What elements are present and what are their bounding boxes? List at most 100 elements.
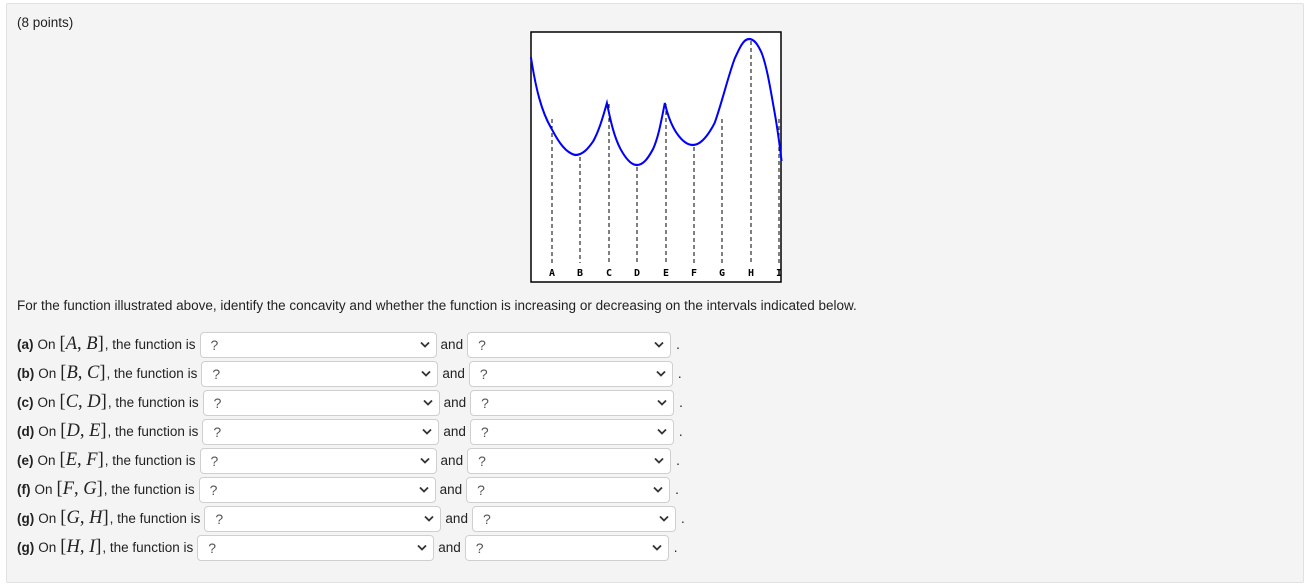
and-text: and: [439, 482, 463, 497]
interval-row: (d) On [D, E] , the function is ? and ? …: [17, 417, 685, 446]
period: .: [679, 395, 683, 410]
direction-select[interactable]: ?: [467, 331, 672, 358]
concavity-value: ?: [215, 510, 224, 527]
point-label-g: G: [719, 268, 725, 279]
chevron-down-icon: [424, 514, 435, 524]
concavity-select[interactable]: ?: [199, 447, 437, 474]
chevron-down-icon: [657, 427, 667, 437]
and-text: and: [438, 540, 461, 555]
chevron-down-icon: [422, 427, 432, 437]
chevron-down-icon: [652, 543, 662, 553]
direction-select[interactable]: ?: [471, 505, 676, 532]
interval-rows: (a) On [A, B] , the function is ? and ? …: [17, 330, 685, 562]
direction-select[interactable]: ?: [468, 360, 673, 387]
period: .: [676, 453, 680, 468]
concavity-select[interactable]: ?: [204, 505, 442, 532]
interval-row: (g) On [H, I] , the function is ? and ? …: [17, 533, 685, 562]
interval-row: (a) On [A, B] , the function is ? and ? …: [17, 330, 685, 359]
concavity-value: ?: [208, 539, 217, 556]
function-is-text: , the function is: [106, 366, 198, 381]
on-text: On: [34, 482, 53, 497]
point-label-c: C: [606, 268, 612, 279]
chevron-down-icon: [421, 369, 431, 379]
and-text: and: [442, 366, 465, 381]
direction-select[interactable]: ?: [464, 534, 669, 561]
chevron-down-icon: [659, 514, 669, 524]
point-label-f: F: [691, 268, 697, 279]
concavity-value: ?: [209, 481, 218, 498]
concavity-select[interactable]: ?: [201, 360, 439, 387]
period: .: [677, 366, 682, 381]
concavity-select[interactable]: ?: [202, 418, 440, 445]
question-panel: (8 points) A B C D E F G H I For the function il…: [6, 3, 1304, 583]
part-label: (c): [17, 395, 34, 410]
concavity-value: ?: [210, 336, 219, 353]
point-label-e: E: [663, 268, 669, 279]
and-text: and: [445, 511, 468, 526]
and-text: and: [443, 424, 466, 439]
graph-frame: [530, 31, 782, 283]
direction-value: ?: [475, 539, 484, 556]
concavity-value: ?: [213, 423, 222, 440]
period: .: [673, 540, 678, 555]
function-is-text: , the function is: [104, 337, 196, 352]
part-label: (g): [17, 540, 35, 555]
concavity-select[interactable]: ?: [197, 534, 435, 561]
concavity-select[interactable]: ?: [198, 476, 436, 503]
on-text: On: [37, 453, 56, 468]
function-is-text: , the function is: [102, 540, 194, 555]
chevron-down-icon: [418, 485, 429, 495]
direction-value: ?: [477, 481, 485, 498]
interval-row: (f) On [F, G] , the function is ? and ? …: [17, 475, 685, 504]
chevron-down-icon: [657, 398, 667, 408]
point-label-b: B: [577, 268, 583, 279]
chevron-down-icon: [654, 340, 664, 350]
chevron-down-icon: [653, 485, 663, 495]
function-is-text: , the function is: [104, 453, 196, 468]
on-text: On: [38, 424, 57, 439]
point-label-d: D: [634, 268, 640, 279]
direction-value: ?: [482, 510, 491, 527]
concavity-value: ?: [213, 394, 222, 411]
interval-row: (g) On [G, H] , the function is ? and ? …: [17, 504, 685, 533]
and-text: and: [440, 337, 464, 352]
direction-select[interactable]: ?: [466, 476, 671, 503]
direction-select[interactable]: ?: [469, 418, 674, 445]
period: .: [676, 337, 680, 352]
on-text: On: [38, 511, 57, 526]
period: .: [675, 482, 679, 497]
direction-select[interactable]: ?: [470, 389, 675, 416]
concavity-value: ?: [212, 365, 221, 382]
direction-value: ?: [479, 365, 488, 382]
point-label-h: H: [748, 268, 754, 279]
period: .: [678, 424, 683, 439]
and-text: and: [440, 453, 464, 468]
chevron-down-icon: [654, 456, 664, 466]
interval-math: [B, C]: [60, 363, 106, 383]
interval-row: (e) On [E, F] , the function is ? and ? …: [17, 446, 685, 475]
interval-math: [A, B]: [59, 334, 104, 354]
part-label: (b): [17, 366, 35, 381]
function-is-text: , the function is: [107, 395, 199, 410]
concavity-select[interactable]: ?: [199, 331, 437, 358]
interval-row: (b) On [B, C] , the function is ? and ? …: [17, 359, 685, 388]
interval-row: (c) On [C, D] , the function is ? and ? …: [17, 388, 685, 417]
interval-math: [F, G]: [56, 479, 103, 499]
interval-math: [H, I]: [60, 537, 102, 557]
direction-value: ?: [481, 394, 489, 411]
part-label: (e): [17, 453, 34, 468]
part-label: (g): [17, 511, 35, 526]
on-text: On: [38, 540, 57, 555]
instructions: For the function illustrated above, iden…: [17, 298, 857, 313]
direction-value: ?: [480, 423, 489, 440]
chevron-down-icon: [423, 398, 433, 408]
point-label-a: A: [549, 268, 555, 279]
interval-math: [C, D]: [59, 392, 107, 412]
interval-math: [D, E]: [60, 421, 107, 441]
chevron-down-icon: [417, 543, 427, 553]
and-text: and: [443, 395, 467, 410]
direction-select[interactable]: ?: [467, 447, 672, 474]
direction-value: ?: [478, 452, 486, 469]
concavity-select[interactable]: ?: [202, 389, 440, 416]
interval-math: [G, H]: [60, 508, 109, 528]
